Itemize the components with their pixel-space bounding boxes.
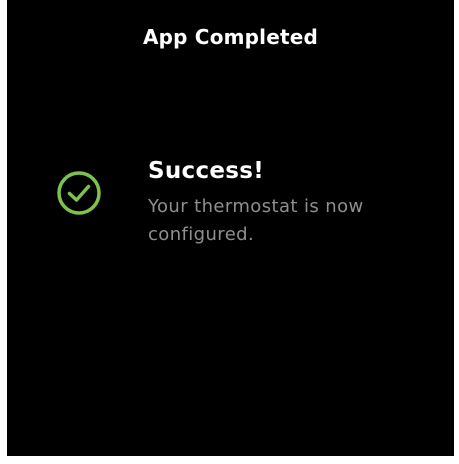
screen-title: App Completed xyxy=(142,25,319,49)
device-screen: App Completed Success! Your thermostat i… xyxy=(7,0,454,456)
success-description: Your thermostat is now configured. xyxy=(148,196,364,245)
check-circle-icon xyxy=(55,169,103,217)
success-heading: Success! xyxy=(148,158,265,184)
success-message: Success! Your thermostat is now configur… xyxy=(148,156,438,249)
